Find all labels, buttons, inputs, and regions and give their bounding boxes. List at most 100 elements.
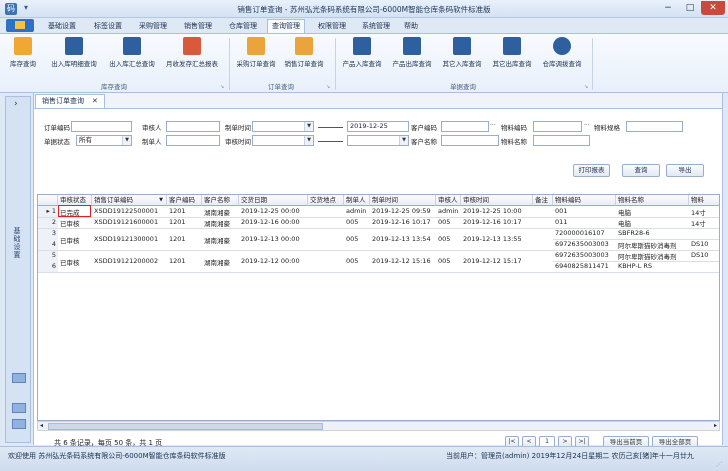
cell-made-time[interactable]: 2019-12-16 10:17 bbox=[370, 218, 431, 226]
cell-made-time[interactable]: 2019-12-12 15:16 bbox=[370, 257, 431, 265]
other-in-query-button[interactable]: 其它入库查询 bbox=[438, 37, 486, 77]
col-header-remark[interactable]: 备注 bbox=[533, 195, 553, 206]
customer-name-input[interactable] bbox=[441, 135, 499, 146]
col-header-maker[interactable]: 制单人 bbox=[344, 195, 370, 206]
cell-review-time[interactable]: 2019-12-25 10:00 bbox=[461, 207, 522, 215]
panel-icon[interactable] bbox=[12, 373, 26, 383]
col-header-place[interactable]: 交货地点 bbox=[308, 195, 344, 206]
sales-order-query-button[interactable]: 销售订单查询 bbox=[281, 37, 327, 77]
cell-mat-code[interactable]: 6972635003003 bbox=[553, 240, 609, 248]
customer-code-input[interactable] bbox=[441, 121, 489, 132]
other-out-query-button[interactable]: 其它出库查询 bbox=[488, 37, 536, 77]
cell-maker[interactable]: 005 bbox=[344, 218, 358, 226]
material-spec-input[interactable] bbox=[626, 121, 683, 132]
file-menu-button[interactable] bbox=[6, 19, 34, 32]
cell-made-time[interactable]: 2019-12-13 13:54 bbox=[370, 235, 431, 243]
chevron-down-icon[interactable]: ▼ bbox=[304, 136, 313, 145]
made-time-to-input[interactable]: 2019-12-25 bbox=[347, 121, 409, 132]
material-picker-icon[interactable]: ··· bbox=[584, 122, 590, 129]
col-header-made-time[interactable]: 制单时间 bbox=[370, 195, 436, 206]
doc-status-select[interactable]: 所有 ▼ bbox=[76, 135, 132, 146]
cell-mat-code[interactable]: 6972635003003 bbox=[553, 251, 609, 259]
tab-warehouse[interactable]: 仓库管理 bbox=[225, 20, 261, 33]
cell-mat-code[interactable]: 6940825811471 bbox=[553, 262, 609, 270]
col-header-order[interactable]: 销售订单编码 ▼ bbox=[92, 195, 167, 206]
material-name-input[interactable] bbox=[533, 135, 590, 146]
row-number[interactable]: 3 bbox=[38, 228, 58, 239]
maximize-button[interactable]: □ bbox=[679, 1, 701, 15]
document-tab[interactable]: 销售订单查询 ✕ bbox=[35, 94, 105, 108]
monthly-report-button[interactable]: 月收发存汇总报表 bbox=[162, 37, 222, 77]
cell-mat-name[interactable]: KBHP-L RS bbox=[616, 262, 652, 270]
tab-help[interactable]: 帮助 bbox=[400, 20, 422, 33]
group-expand-icon[interactable]: ↘ bbox=[584, 84, 588, 90]
cell-made-time[interactable]: 2019-12-25 09:59 bbox=[370, 207, 431, 215]
horizontal-scrollbar[interactable]: ◂ ▸ bbox=[37, 421, 720, 431]
col-header-mat-name[interactable]: 物料名称 bbox=[616, 195, 689, 206]
tab-purchase[interactable]: 采购管理 bbox=[135, 20, 171, 33]
io-summary-query-button[interactable]: 出入库汇总查询 bbox=[104, 37, 160, 77]
made-time-from-input[interactable]: ▼ bbox=[252, 121, 314, 132]
chevron-down-icon[interactable]: ▼ bbox=[304, 122, 313, 131]
cell-cust-name[interactable]: 湖南湘豪 bbox=[202, 257, 230, 267]
cell-review-time[interactable]: 2019-12-12 15:17 bbox=[461, 257, 522, 265]
cell-maker[interactable]: admin bbox=[344, 207, 366, 215]
cell-delivery[interactable]: 2019-12-25 00:00 bbox=[239, 207, 300, 215]
collapsed-sidebar[interactable]: › 基础设置 bbox=[5, 96, 31, 443]
product-out-query-button[interactable]: 产品出库查询 bbox=[388, 37, 436, 77]
cell-reviewer[interactable]: 005 bbox=[436, 257, 450, 265]
chevron-down-icon[interactable]: ▼ bbox=[122, 136, 131, 145]
col-header-review-time[interactable]: 审核时间 bbox=[461, 195, 533, 206]
cell-maker[interactable]: 005 bbox=[344, 235, 358, 243]
cell-order[interactable]: XSDD19121600001 bbox=[92, 218, 158, 226]
close-button[interactable]: ✕ bbox=[701, 1, 725, 15]
minimize-button[interactable]: − bbox=[657, 1, 679, 15]
cell-review-time[interactable]: 2019-12-16 10:17 bbox=[461, 218, 522, 226]
row-number[interactable]: 4 bbox=[38, 239, 58, 250]
panel-icon[interactable] bbox=[12, 419, 26, 429]
row-number[interactable]: 2 bbox=[38, 217, 58, 228]
tab-query[interactable]: 查询管理 bbox=[267, 19, 305, 33]
review-time-from-input[interactable]: ▼ bbox=[252, 135, 314, 146]
cell-mat-code[interactable]: 720000016107 bbox=[553, 229, 605, 237]
cell-cust-name[interactable]: 湖南湘豪 bbox=[202, 235, 230, 245]
row-number[interactable]: 5 bbox=[38, 250, 58, 261]
query-button[interactable]: 查询 bbox=[622, 164, 660, 177]
order-code-input[interactable] bbox=[71, 121, 132, 132]
tab-sales[interactable]: 销售管理 bbox=[180, 20, 216, 33]
cell-reviewer[interactable]: 005 bbox=[436, 218, 450, 226]
export-button[interactable]: 导出 bbox=[666, 164, 704, 177]
scroll-left-icon[interactable]: ◂ bbox=[40, 422, 43, 429]
material-code-input[interactable] bbox=[533, 121, 582, 132]
cell-order[interactable]: XSDD19121300001 bbox=[92, 235, 158, 243]
cell-delivery[interactable]: 2019-12-12 00:00 bbox=[239, 257, 300, 265]
cell-mat-extra[interactable]: DS10 bbox=[689, 240, 708, 248]
group-expand-icon[interactable]: ↘ bbox=[326, 84, 330, 90]
cell-review-time[interactable]: 2019-12-13 13:55 bbox=[461, 235, 522, 243]
expand-arrow-icon[interactable]: › bbox=[14, 99, 18, 109]
cell-delivery[interactable]: 2019-12-13 00:00 bbox=[239, 235, 300, 243]
maker-input[interactable] bbox=[166, 135, 220, 146]
cell-cust-code[interactable]: 1201 bbox=[167, 257, 186, 265]
cell-mat-extra[interactable]: 14寸 bbox=[689, 218, 706, 228]
cell-status[interactable]: 已审核 bbox=[58, 235, 80, 245]
io-detail-query-button[interactable]: 出入库明细查询 bbox=[46, 37, 102, 77]
filter-dropdown-icon[interactable]: ▼ bbox=[159, 195, 163, 205]
resize-grip-icon[interactable]: ⋰ bbox=[716, 461, 722, 468]
col-header-cust-code[interactable]: 客户编码 bbox=[167, 195, 202, 206]
tab-basic-settings[interactable]: 基础设置 bbox=[44, 20, 80, 33]
cell-order[interactable]: XSDD19121200002 bbox=[92, 257, 158, 265]
col-header-cust-name[interactable]: 客户名称 bbox=[202, 195, 239, 206]
scroll-right-icon[interactable]: ▸ bbox=[714, 422, 717, 429]
tab-label-settings[interactable]: 标签设置 bbox=[90, 20, 126, 33]
close-tab-icon[interactable]: ✕ bbox=[92, 97, 98, 105]
cell-cust-code[interactable]: 1201 bbox=[167, 235, 186, 243]
row-number[interactable]: 6 bbox=[38, 261, 58, 272]
cell-order[interactable]: XSDD19122500001 bbox=[92, 207, 158, 215]
cell-mat-name[interactable]: 电脑 bbox=[616, 218, 631, 228]
tab-permission[interactable]: 权限管理 bbox=[314, 20, 350, 33]
transfer-query-button[interactable]: 仓库调拨查询 bbox=[538, 37, 586, 77]
stock-query-button[interactable]: 库存查询 bbox=[6, 37, 40, 77]
group-expand-icon[interactable]: ↘ bbox=[220, 84, 224, 90]
customer-picker-icon[interactable]: ··· bbox=[490, 122, 496, 129]
